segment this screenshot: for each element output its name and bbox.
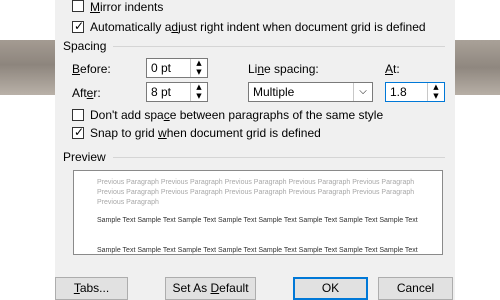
line-spacing-label: Line spacing: — [248, 62, 319, 76]
preview-previous-line: Previous Paragraph Previous Paragraph Pr… — [97, 179, 415, 186]
at-spin-input[interactable]: 1.8 ▲ ▼ — [385, 82, 445, 102]
spin-down-icon[interactable]: ▼ — [191, 68, 207, 77]
check-icon: ✓ — [74, 19, 85, 33]
after-spin-input[interactable]: 8 pt ▲ ▼ — [146, 82, 208, 102]
preview-box: Previous Paragraph Previous Paragraph Pr… — [73, 170, 443, 255]
preview-sample-line: Sample Text Sample Text Sample Text Samp… — [97, 247, 418, 254]
paragraph-dialog: Mirror indents ✓ Automatically adjust ri… — [55, 0, 455, 300]
spin-up-icon[interactable]: ▲ — [428, 83, 444, 92]
spin-down-icon[interactable]: ▼ — [428, 92, 444, 101]
at-label: At: — [385, 62, 400, 76]
tabs-button[interactable]: Tabs... — [55, 277, 128, 300]
mirror-indents-checkbox[interactable] — [72, 0, 84, 12]
spin-down-icon[interactable]: ▼ — [191, 92, 207, 101]
spin-up-icon[interactable]: ▲ — [191, 83, 207, 92]
set-as-default-button[interactable]: Set As Default — [165, 277, 256, 300]
preview-section-title: Preview — [63, 150, 106, 164]
before-label: Before: — [72, 62, 111, 76]
preview-previous-line: Previous Paragraph — [97, 199, 159, 206]
before-spin-input[interactable]: 0 pt ▲ ▼ — [146, 58, 208, 78]
check-icon: ✓ — [74, 125, 85, 139]
ok-button[interactable]: OK — [293, 277, 368, 300]
snap-to-grid-label: Snap to grid when document grid is defin… — [90, 126, 321, 140]
background-photo-right — [455, 40, 500, 95]
auto-adjust-right-indent-label: Automatically adjust right indent when d… — [90, 20, 426, 34]
after-label: After: — [72, 86, 101, 100]
chevron-down-icon[interactable]: ⌵ — [353, 83, 372, 101]
line-spacing-select[interactable]: Multiple ⌵ — [248, 82, 373, 102]
preview-previous-line: Previous Paragraph Previous Paragraph Pr… — [97, 189, 415, 196]
preview-sample-line: Sample Text Sample Text Sample Text Samp… — [97, 217, 418, 224]
dont-add-space-checkbox[interactable] — [72, 109, 84, 121]
mirror-indents-label: Mirror indents — [90, 0, 164, 14]
preview-divider — [113, 157, 445, 158]
background-left — [0, 0, 55, 300]
spin-up-icon[interactable]: ▲ — [191, 59, 207, 68]
dont-add-space-label: Don't add space between paragraphs of th… — [90, 108, 384, 122]
cancel-button[interactable]: Cancel — [378, 277, 453, 300]
snap-to-grid-checkbox[interactable]: ✓ — [72, 125, 85, 139]
spacing-section-title: Spacing — [63, 39, 107, 53]
background-right — [455, 0, 500, 300]
spacing-divider — [113, 46, 445, 47]
background-photo-left — [0, 40, 55, 95]
auto-adjust-right-indent-checkbox[interactable]: ✓ — [72, 19, 85, 33]
